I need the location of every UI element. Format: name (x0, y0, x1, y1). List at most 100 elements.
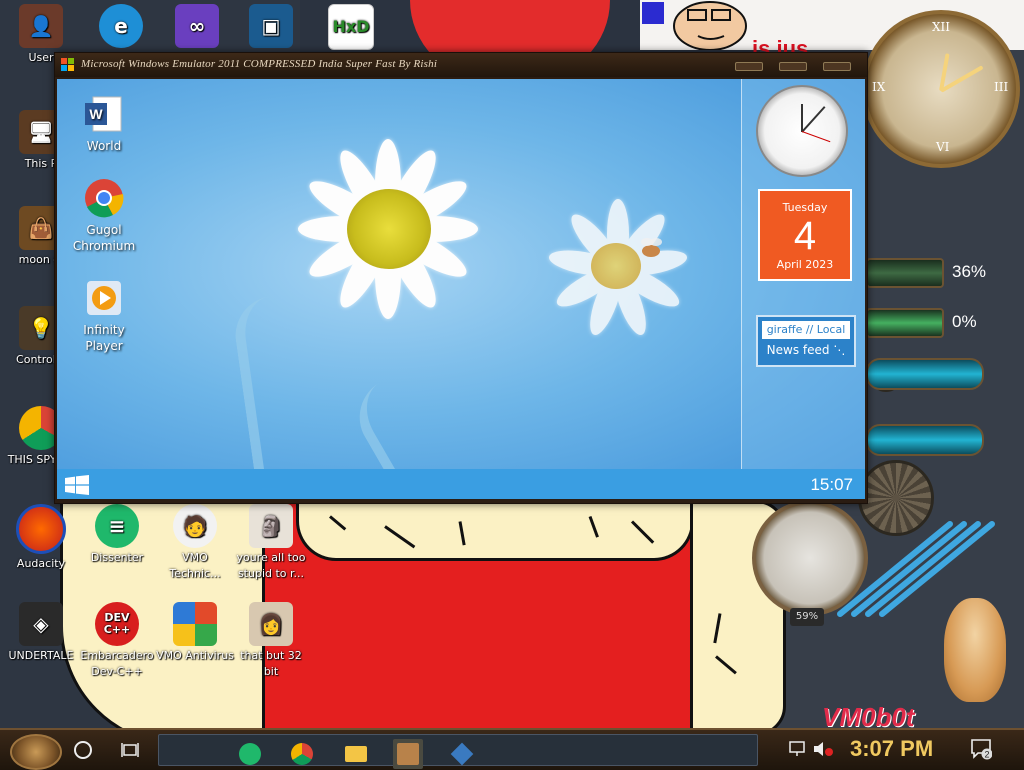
emulator-window[interactable]: Microsoft Windows Emulator 2011 COMPRESS… (54, 52, 868, 504)
desktop-icon-visual-studio[interactable]: ∞ (158, 4, 236, 50)
window-title: Microsoft Windows Emulator 2011 COMPRESS… (81, 58, 438, 70)
notification-center-icon[interactable]: 2 (970, 738, 992, 760)
emulated-taskbar: 15:07 (57, 469, 865, 499)
desktop-icon-label: that but 32 bit (240, 649, 302, 678)
calendar-weekday: Tuesday (782, 201, 828, 214)
shield-icon (173, 602, 217, 646)
dial-percent-label: 59% (790, 608, 824, 626)
memory-gauge-bar (866, 308, 944, 338)
gauge-tube (866, 424, 984, 456)
emu-icon-gugol-chromium[interactable]: Gugol Chromium (69, 177, 139, 254)
desktop-icon-that-but-32-bit[interactable]: 👩 that but 32 bit (232, 602, 310, 680)
media-player-icon (83, 277, 125, 319)
emu-icon-label: Gugol Chromium (72, 223, 136, 253)
desktop-icon-dev-cpp[interactable]: DEV C++ Embarcadero Dev-C++ (78, 602, 156, 680)
person-icon: 🧑 (173, 504, 217, 548)
calendar-day: 4 (793, 214, 817, 258)
desktop-icon-virtualbox[interactable]: ▣ (232, 4, 310, 50)
desktop-icon-hxd[interactable]: HxD (312, 4, 390, 52)
hamster-image (944, 598, 1006, 702)
taskbar-file-explorer[interactable] (341, 739, 371, 769)
desktop-icon-youre-all-too-stupid[interactable]: 🗿 youre all too stupid to r... (232, 504, 310, 582)
game-icon (397, 743, 419, 765)
taskbar-virtualbox[interactable] (447, 739, 477, 769)
news-search-box[interactable]: giraffe // Local (762, 321, 850, 339)
emu-icon-world[interactable]: W World (69, 93, 139, 154)
taskbar-pinned-area (158, 734, 758, 769)
clock-minute-hand (801, 106, 826, 133)
wallpaper-face-shape (296, 498, 694, 561)
emu-icon-label: Infinity Player (83, 323, 125, 353)
emu-icon-infinity-player[interactable]: Infinity Player (69, 277, 139, 354)
steampunk-clock-widget[interactable]: XII III VI IX (862, 10, 1020, 168)
network-icon[interactable] (788, 740, 808, 758)
emu-icon-label: World (86, 139, 122, 153)
audacity-icon (16, 504, 66, 554)
gadget-sidebar: Tuesday 4 April 2023 giraffe // Local Ne… (741, 79, 865, 469)
taskbar: 3:07 PM 2 (0, 728, 1024, 770)
news-feed-gadget[interactable]: giraffe // Local News feed ⋱ (756, 315, 856, 367)
desktop-icon-audacity[interactable]: Audacity (2, 504, 80, 572)
maximize-button[interactable] (779, 62, 807, 71)
desktop-icon-dissenter[interactable]: ≡ Dissenter (78, 504, 156, 566)
start-button[interactable] (10, 734, 62, 770)
desktop-icon-label: Embarcadero Dev-C++ (80, 649, 154, 678)
emulated-desktop[interactable]: W World Gugol Chromium Infinity Player T… (57, 79, 865, 499)
taskbar-dissenter[interactable] (235, 739, 265, 769)
dissenter-icon: ≡ (95, 504, 139, 548)
desktop-icon-label: UNDERTALE (8, 649, 74, 662)
task-view-icon[interactable] (120, 740, 140, 760)
unity-icon: ◈ (19, 602, 63, 646)
portrait-icon: 👩 (249, 602, 293, 646)
folder-icon (345, 746, 367, 762)
edge-icon: e (99, 4, 143, 48)
hxd-icon: HxD (328, 4, 374, 50)
close-button[interactable] (823, 62, 851, 71)
analog-clock-gadget[interactable] (756, 85, 848, 177)
cpu-gauge-label: 36% (952, 262, 987, 281)
memory-gauge-label: 0% (952, 312, 977, 331)
emulated-clock[interactable]: 15:07 (810, 475, 853, 495)
chrome-icon (83, 177, 125, 219)
cartoon-face-image (642, 1, 747, 50)
taskbar-game[interactable] (393, 739, 423, 769)
daisy-large (267, 139, 507, 379)
portrait-icon: 🗿 (249, 504, 293, 548)
desktop-icon-label: This P (24, 157, 58, 170)
devcpp-icon: DEV C++ (95, 602, 139, 646)
desktop-icon-vmo-antivirus[interactable]: VMO Antivirus (156, 602, 234, 664)
rss-icon: ⋱ (833, 343, 846, 357)
visual-studio-icon: ∞ (175, 4, 219, 48)
word-icon: W (83, 93, 125, 135)
daisy-small (527, 199, 707, 379)
desktop-icon-label: Audacity (16, 557, 66, 570)
calendar-gadget[interactable]: Tuesday 4 April 2023 (758, 189, 852, 281)
desktop-icon-label: Dissenter (90, 551, 144, 564)
dissenter-icon (239, 743, 261, 765)
windows-logo-icon (61, 58, 74, 71)
desktop-icon-vmo-technic[interactable]: 🧑 VMO Technic... (156, 504, 234, 582)
taskbar-chrome[interactable] (287, 739, 317, 769)
desktop-icon-edge[interactable]: e (82, 4, 160, 50)
folder-icon: 👤 (19, 4, 63, 48)
desktop-icon-label: youre all too stupid to r... (236, 551, 306, 580)
calendar-month-year: April 2023 (776, 258, 834, 271)
desktop-icon-label: User (28, 51, 54, 64)
svg-text:W: W (89, 106, 103, 122)
start-button[interactable] (65, 475, 89, 495)
volume-muted-icon[interactable] (812, 740, 834, 758)
news-feed-label: News feed (766, 343, 830, 357)
desktop-icon-undertale[interactable]: ◈ UNDERTALE (2, 602, 80, 664)
gauge-tube (866, 358, 984, 390)
virtualbox-icon (450, 742, 474, 766)
desktop-icon-label: VMO Technic... (169, 551, 221, 580)
window-titlebar[interactable]: Microsoft Windows Emulator 2011 COMPRESS… (55, 53, 867, 77)
minimize-button[interactable] (735, 62, 763, 71)
taskbar-clock[interactable]: 3:07 PM (850, 736, 933, 762)
clock-second-hand (801, 131, 831, 143)
notification-count: 2 (984, 750, 989, 760)
virtualbox-icon: ▣ (249, 4, 293, 48)
cpu-gauge-bar (866, 258, 944, 288)
search-circle-icon[interactable] (74, 741, 92, 759)
desktop-icon-label: VMO Antivirus (156, 649, 234, 662)
